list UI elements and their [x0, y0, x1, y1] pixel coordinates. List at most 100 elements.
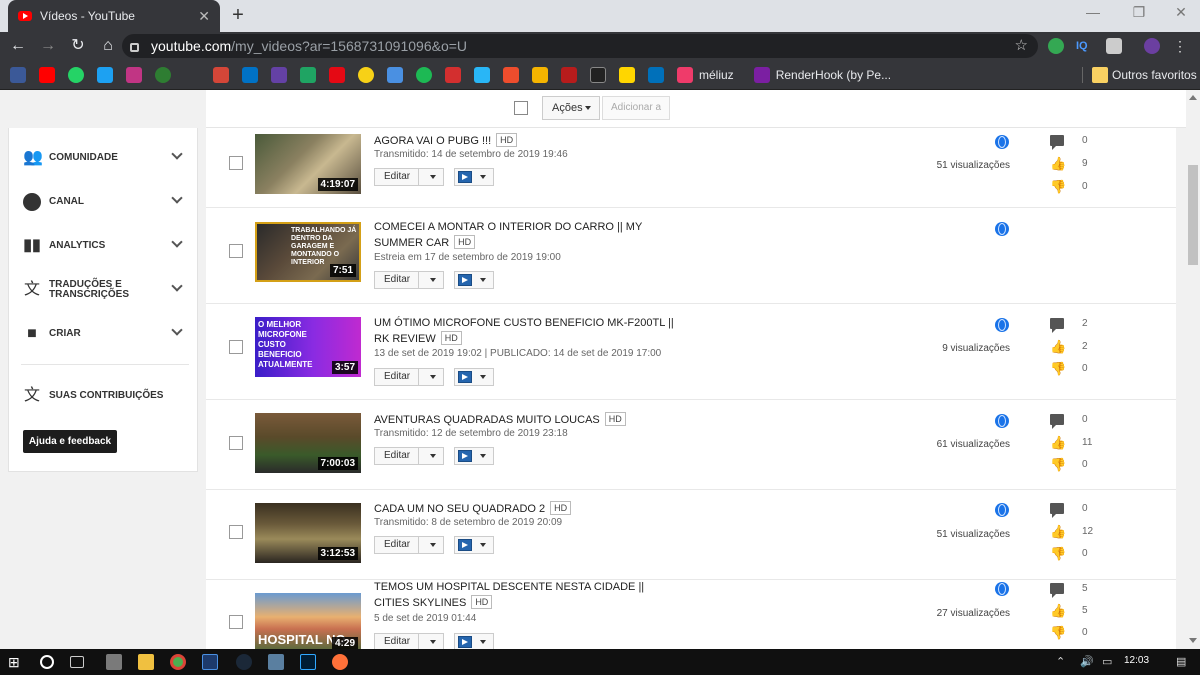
back-icon[interactable]: ←	[6, 34, 30, 58]
app-icon[interactable]	[268, 654, 284, 670]
video-thumbnail[interactable]: O MELHOR MICROFONE CUSTO BENEFICIO ATUAL…	[255, 317, 361, 377]
sidebar-item-traducoes[interactable]: 文 TRADUÇÕES E TRANSCRIÇÕES	[9, 272, 199, 308]
windows-start-icon[interactable]: ⊞	[8, 654, 24, 670]
play-menu-button[interactable]	[454, 447, 494, 465]
menu-icon[interactable]: ⋮	[1172, 38, 1188, 54]
edit-button[interactable]: Editar	[374, 271, 444, 289]
forward-icon[interactable]: →	[36, 34, 60, 58]
renderhook-bookmark-icon[interactable]	[753, 66, 770, 83]
drive-bookmark-icon[interactable]	[300, 66, 316, 83]
bookmark-meliuz[interactable]: méliuz	[699, 68, 734, 82]
extension-k-icon[interactable]	[1106, 38, 1122, 54]
volume-icon[interactable]: 🔊	[1080, 655, 1094, 668]
photoshop-icon[interactable]	[300, 654, 316, 670]
scroll-up-icon[interactable]	[1189, 95, 1197, 100]
instagram-bookmark-icon[interactable]	[126, 66, 142, 83]
video-checkbox[interactable]	[229, 244, 243, 258]
rockstar-bookmark-icon[interactable]	[532, 66, 548, 83]
new-tab-icon[interactable]: +	[228, 4, 248, 26]
video-thumbnail[interactable]: TRABALHANDO JÁ DENTRO DA GARAGEM E MONTA…	[255, 222, 361, 282]
sidebar-item-analytics[interactable]: ▮▮ ANALYTICS	[9, 228, 199, 264]
chrome-icon[interactable]	[170, 654, 186, 670]
acoes-dropdown[interactable]: Ações	[542, 96, 600, 120]
edit-button[interactable]: Editar	[374, 447, 444, 465]
app-v-icon[interactable]	[202, 654, 218, 670]
video-title[interactable]: CADA UM NO SEU QUADRADO 2 HD	[374, 501, 674, 517]
netflix-bookmark-icon[interactable]	[329, 66, 345, 83]
meliuz-bookmark-icon[interactable]	[677, 66, 693, 83]
play-menu-button[interactable]	[454, 271, 494, 289]
bookmark-icon[interactable]	[155, 66, 171, 83]
video-thumbnail[interactable]: HOSPITAL NO 4:29	[255, 593, 361, 649]
address-bar[interactable]: youtube.com /my_videos?ar=1568731091096&…	[122, 34, 1038, 58]
home-icon[interactable]: ⌂	[96, 34, 120, 58]
edit-button[interactable]: Editar	[374, 536, 444, 554]
select-all-checkbox[interactable]	[514, 101, 528, 115]
search-icon[interactable]	[40, 655, 54, 669]
gmail-bookmark-icon[interactable]	[213, 66, 229, 83]
youtube-bookmark-icon[interactable]	[39, 66, 55, 83]
video-title[interactable]: UM ÓTIMO MICROFONE CUSTO BENEFICIO MK-F2…	[374, 316, 674, 347]
bookmark-renderhook[interactable]: RenderHook (by Pe...	[776, 68, 891, 82]
play-menu-button[interactable]	[454, 168, 494, 186]
video-checkbox[interactable]	[229, 340, 243, 354]
sidebar-item-canal[interactable]: CANAL	[9, 184, 199, 220]
profile-avatar[interactable]	[1144, 38, 1160, 54]
reload-icon[interactable]: ↻	[66, 34, 90, 58]
bookmark-outros-favoritos[interactable]: Outros favoritos	[1112, 68, 1197, 82]
spotify-bookmark-icon[interactable]	[416, 66, 432, 83]
video-checkbox[interactable]	[229, 525, 243, 539]
video-thumbnail[interactable]: 7:00:03	[255, 413, 361, 473]
notifications-icon[interactable]: ▤	[1176, 655, 1186, 668]
store-icon[interactable]	[106, 654, 122, 670]
twitter-bookmark-icon[interactable]	[97, 66, 113, 83]
scrollbar-thumb[interactable]	[1188, 165, 1198, 265]
shopee-bookmark-icon[interactable]	[503, 66, 519, 83]
tray-expand-icon[interactable]: ⌃	[1056, 655, 1065, 668]
outlook-bookmark-icon[interactable]	[242, 66, 258, 83]
video-checkbox[interactable]	[229, 156, 243, 170]
message-icon[interactable]: ▭	[1102, 655, 1112, 668]
whatsapp-bookmark-icon[interactable]	[68, 66, 84, 83]
bookmark-icon[interactable]	[619, 66, 635, 83]
bookmark-icon[interactable]	[445, 66, 461, 83]
firefox-icon[interactable]	[332, 654, 348, 670]
close-tab-icon[interactable]: ✕	[198, 8, 210, 25]
adicionar-a-button[interactable]: Adicionar a	[602, 96, 670, 120]
edit-button[interactable]: Editar	[374, 368, 444, 386]
video-thumbnail[interactable]: 3:12:53	[255, 503, 361, 563]
sidebar-item-criar[interactable]: ■ CRIAR	[9, 316, 199, 352]
bookmark-icon[interactable]	[590, 66, 606, 83]
extension-green-icon[interactable]	[1048, 38, 1064, 54]
play-menu-button[interactable]	[454, 368, 494, 386]
video-checkbox[interactable]	[229, 615, 243, 629]
task-view-icon[interactable]	[70, 656, 84, 668]
facebook-bookmark-icon[interactable]	[10, 66, 26, 83]
bookmark-icon[interactable]	[387, 66, 403, 83]
close-window-icon[interactable]: ✕	[1166, 4, 1196, 21]
extension-iq-icon[interactable]: IQ	[1076, 38, 1092, 54]
paypal-bookmark-icon[interactable]	[648, 66, 664, 83]
twitch-bookmark-icon[interactable]	[271, 66, 287, 83]
scroll-down-icon[interactable]	[1189, 638, 1197, 643]
video-thumbnail[interactable]: 4:19:07	[255, 134, 361, 194]
sidebar-item-contribuicoes[interactable]: 文 SUAS CONTRIBUIÇÕES	[9, 378, 199, 414]
video-title[interactable]: AGORA VAI O PUBG !!! HD	[374, 133, 674, 149]
minimize-icon[interactable]: —	[1078, 4, 1108, 20]
restore-icon[interactable]: ❐	[1124, 4, 1154, 21]
bookmark-star-icon[interactable]: ☆	[1015, 36, 1028, 54]
cloud-bookmark-icon[interactable]	[474, 66, 490, 83]
video-title[interactable]: COMECEI A MONTAR O INTERIOR DO CARRO || …	[374, 220, 674, 251]
sidebar-item-comunidade[interactable]: 👥 COMUNIDADE	[9, 140, 199, 176]
steam-icon[interactable]	[236, 654, 252, 670]
bookmark-icon[interactable]	[358, 66, 374, 83]
play-menu-button[interactable]	[454, 536, 494, 554]
video-checkbox[interactable]	[229, 436, 243, 450]
edit-button[interactable]: Editar	[374, 168, 444, 186]
scrollbar[interactable]	[1186, 90, 1200, 649]
play-menu-button[interactable]	[454, 633, 494, 649]
edit-button[interactable]: Editar	[374, 633, 444, 649]
video-title[interactable]: TEMOS UM HOSPITAL DESCENTE NESTA CIDADE …	[374, 580, 674, 611]
video-title[interactable]: AVENTURAS QUADRADAS MUITO LOUCAS HD	[374, 412, 674, 428]
file-explorer-icon[interactable]	[138, 654, 154, 670]
